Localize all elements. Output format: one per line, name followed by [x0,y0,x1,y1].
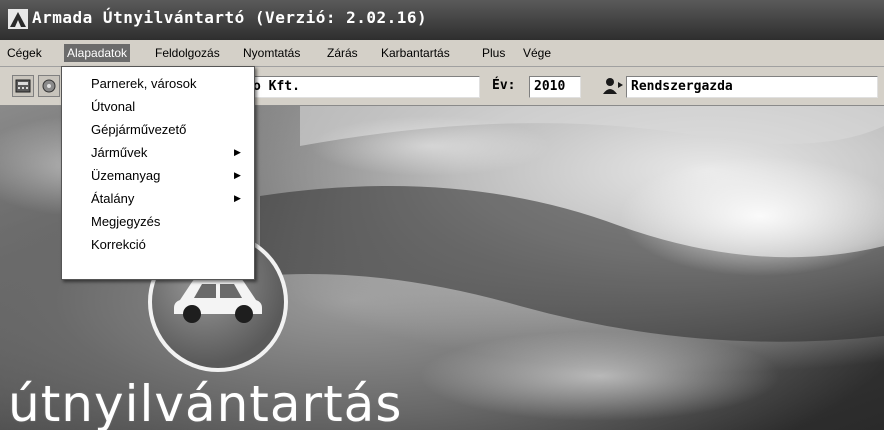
menu-item-label: Üzemanyag [91,168,161,183]
window-title: Armada Útnyilvántartó (Verzió: 2.02.16) [32,8,428,27]
menu-vege[interactable]: Vége [520,44,554,62]
year-label: Év: [492,78,516,93]
settings-button[interactable] [38,75,60,97]
menu-item-partnerek-varosok[interactable]: Parnerek, városok [62,72,252,95]
year-field[interactable]: 2010 [529,76,581,98]
menu-zaras[interactable]: Zárás [324,44,361,62]
company-field[interactable]: o Kft. [248,76,480,98]
menu-item-label: Megjegyzés [91,214,161,229]
menu-cegek[interactable]: Cégek [4,44,45,62]
menu-item-label: Parnerek, városok [91,76,197,91]
menu-item-korrekcio[interactable]: Korrekció [62,233,252,256]
menu-plus[interactable]: Plus [479,44,508,62]
armada-logo-icon [8,9,28,29]
brand-wordmark: útnyilvántartás [8,375,403,430]
menu-item-label: Átalány [91,191,135,206]
menu-item-label: Útvonal [91,99,136,114]
menu-item-label: Korrekció [91,237,146,252]
user-field[interactable]: Rendszergazda [626,76,878,98]
submenu-arrow-icon: ▶ [234,170,241,180]
menu-item-label: Gépjárművezető [91,122,187,137]
menu-item-label: Járművek [91,145,148,160]
gear-icon [42,79,56,93]
calculator-icon [15,79,31,93]
menu-item-utvonal[interactable]: Útvonal [62,95,252,118]
menu-item-uzemanyag[interactable]: Üzemanyag ▶ [62,164,252,187]
submenu-arrow-icon: ▶ [234,193,241,203]
menu-karbantartas[interactable]: Karbantartás [378,44,453,62]
alapadatok-dropdown: Parnerek, városok Útvonal Gépjárművezető… [61,66,255,280]
title-bar: Armada Útnyilvántartó (Verzió: 2.02.16) [0,0,884,40]
menu-bar: Cégek Alapadatok Feldolgozás Nyomtatás Z… [0,40,884,67]
menu-item-gepjarmuvezeto[interactable]: Gépjárművezető [62,118,252,141]
user-icon [603,78,623,94]
menu-feldolgozas[interactable]: Feldolgozás [152,44,223,62]
menu-nyomtatas[interactable]: Nyomtatás [240,44,303,62]
menu-item-megjegyzes[interactable]: Megjegyzés [62,210,252,233]
menu-item-atalany[interactable]: Átalány ▶ [62,187,252,210]
menu-item-jarmuvek[interactable]: Járművek ▶ [62,141,252,164]
calculator-button[interactable] [12,75,34,97]
submenu-arrow-icon: ▶ [234,147,241,157]
menu-alapadatok[interactable]: Alapadatok [64,44,131,62]
